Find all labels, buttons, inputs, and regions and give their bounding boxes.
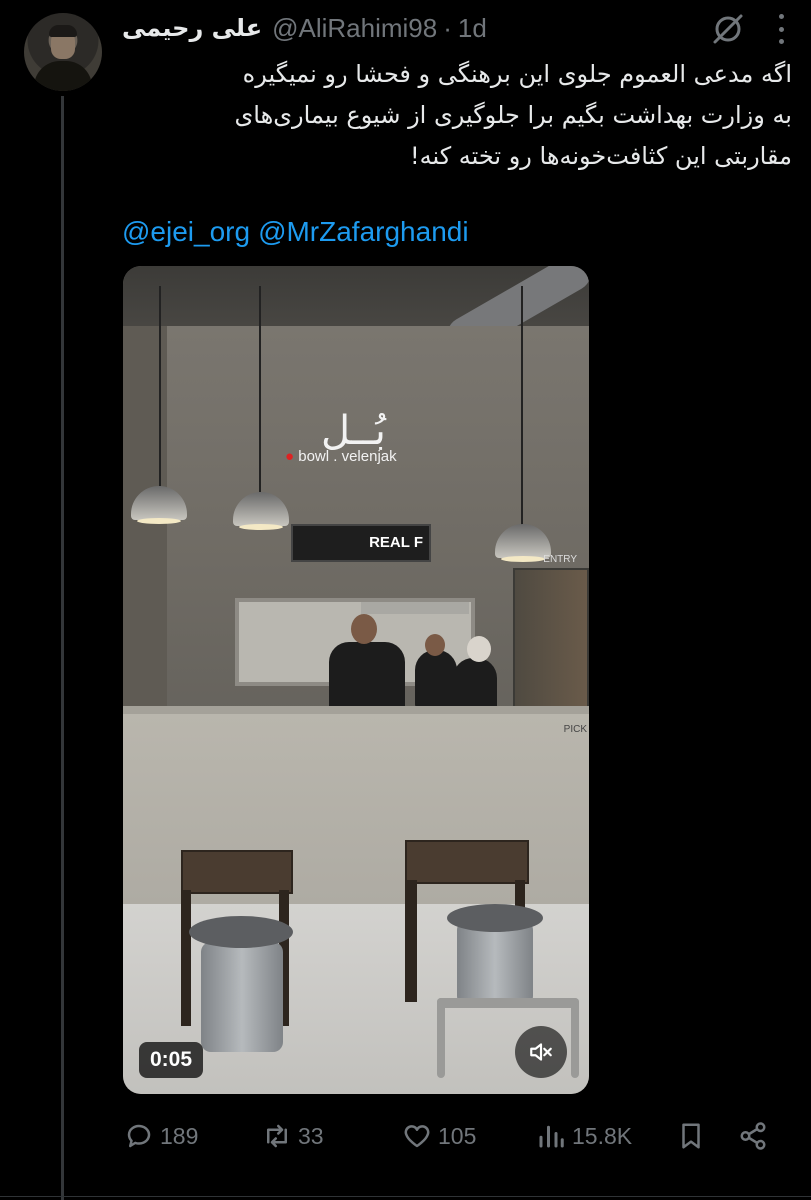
tweet-text-line: اگه مدعی العموم جلوی این برهنگی و فحشا ر… bbox=[242, 60, 792, 88]
lamp-cord bbox=[521, 286, 523, 526]
table-top bbox=[405, 840, 529, 884]
restaurant-sign-label: bowl . velenjak bbox=[298, 448, 397, 465]
lamp-cord bbox=[159, 286, 161, 486]
person-head bbox=[351, 614, 377, 644]
video-door bbox=[513, 568, 589, 720]
mentions: @ejei_org @MrZafarghandi bbox=[122, 216, 477, 248]
person-figure bbox=[453, 658, 497, 712]
avatar[interactable] bbox=[24, 13, 102, 91]
person-head bbox=[467, 636, 491, 662]
chair-post bbox=[571, 998, 579, 1078]
divider bbox=[0, 1196, 811, 1197]
views-button[interactable]: 15.8K bbox=[536, 1114, 632, 1158]
mention-link[interactable]: @ejei_org bbox=[122, 216, 250, 247]
entry-label: ENTRY bbox=[543, 554, 577, 565]
kitchen-hood bbox=[361, 602, 469, 614]
table-leg bbox=[181, 890, 191, 1026]
pin-mark: ● bbox=[285, 448, 295, 465]
tweet-text: اگه مدعی العموم جلوی این برهنگی و فحشا ر… bbox=[120, 54, 792, 177]
mute-button[interactable] bbox=[515, 1026, 567, 1078]
mention-link[interactable]: @MrZafarghandi bbox=[258, 216, 469, 247]
tweet-text-line: به وزارت بهداشت بگیم برا جلوگیری از شیوع… bbox=[234, 101, 792, 129]
avatar-body-shape bbox=[34, 61, 92, 91]
person-figure bbox=[415, 650, 457, 710]
reply-icon bbox=[127, 1124, 151, 1148]
menu-screen: REAL F bbox=[291, 524, 431, 562]
like-count: 105 bbox=[438, 1122, 477, 1149]
barrel-stool bbox=[457, 920, 533, 1006]
heart-icon bbox=[404, 1125, 430, 1148]
repost-icon bbox=[267, 1124, 287, 1148]
tweet-text-line: مقاربتی این کثافت‌خونه‌ها رو تخته کنه! bbox=[410, 142, 792, 170]
tweet-header: علی رحیمی @AliRahimi98 · 1d bbox=[122, 10, 791, 46]
grok-icon[interactable] bbox=[711, 12, 745, 46]
author-handle[interactable]: @AliRahimi98 bbox=[272, 13, 437, 44]
reply-count: 189 bbox=[160, 1122, 199, 1149]
views-count: 15.8K bbox=[572, 1122, 633, 1149]
reply-button[interactable]: 189 bbox=[124, 1114, 198, 1158]
person-figure bbox=[329, 642, 405, 712]
repost-button[interactable]: 33 bbox=[262, 1114, 324, 1158]
separator-dot: · bbox=[443, 12, 452, 43]
table-top bbox=[181, 850, 293, 894]
more-icon[interactable] bbox=[771, 14, 791, 44]
counter-label: PICK bbox=[563, 724, 587, 735]
person-head bbox=[425, 634, 445, 656]
barrel-stool bbox=[201, 942, 283, 1052]
stool-seat bbox=[189, 916, 293, 948]
lamp-cord bbox=[259, 286, 261, 492]
menu-screen-text: REAL F bbox=[369, 534, 423, 551]
table-leg bbox=[405, 880, 417, 1002]
chair-back bbox=[437, 998, 579, 1008]
mute-icon bbox=[530, 1043, 552, 1061]
author-name[interactable]: علی رحیمی bbox=[122, 14, 262, 42]
share-icon bbox=[740, 1122, 766, 1150]
restaurant-sign-text: ● bowl . velenjak bbox=[285, 448, 397, 465]
stool-seat bbox=[447, 904, 543, 932]
share-button[interactable] bbox=[738, 1114, 774, 1158]
video-media[interactable]: بُــل ● bowl . velenjak REAL F ENTRY PIC… bbox=[123, 266, 589, 1094]
action-bar: 189 33 105 15.8K bbox=[124, 1114, 774, 1158]
tweet-time[interactable]: 1d bbox=[458, 13, 487, 44]
views-icon bbox=[539, 1125, 564, 1148]
like-button[interactable]: 105 bbox=[402, 1114, 476, 1158]
chair-post bbox=[437, 998, 445, 1078]
bookmark-icon bbox=[682, 1123, 700, 1149]
video-duration: 0:05 bbox=[139, 1042, 204, 1078]
thread-line bbox=[61, 96, 64, 1200]
repost-count: 33 bbox=[298, 1122, 324, 1149]
bookmark-button[interactable] bbox=[676, 1114, 712, 1158]
avatar-hair-shape bbox=[49, 25, 77, 37]
